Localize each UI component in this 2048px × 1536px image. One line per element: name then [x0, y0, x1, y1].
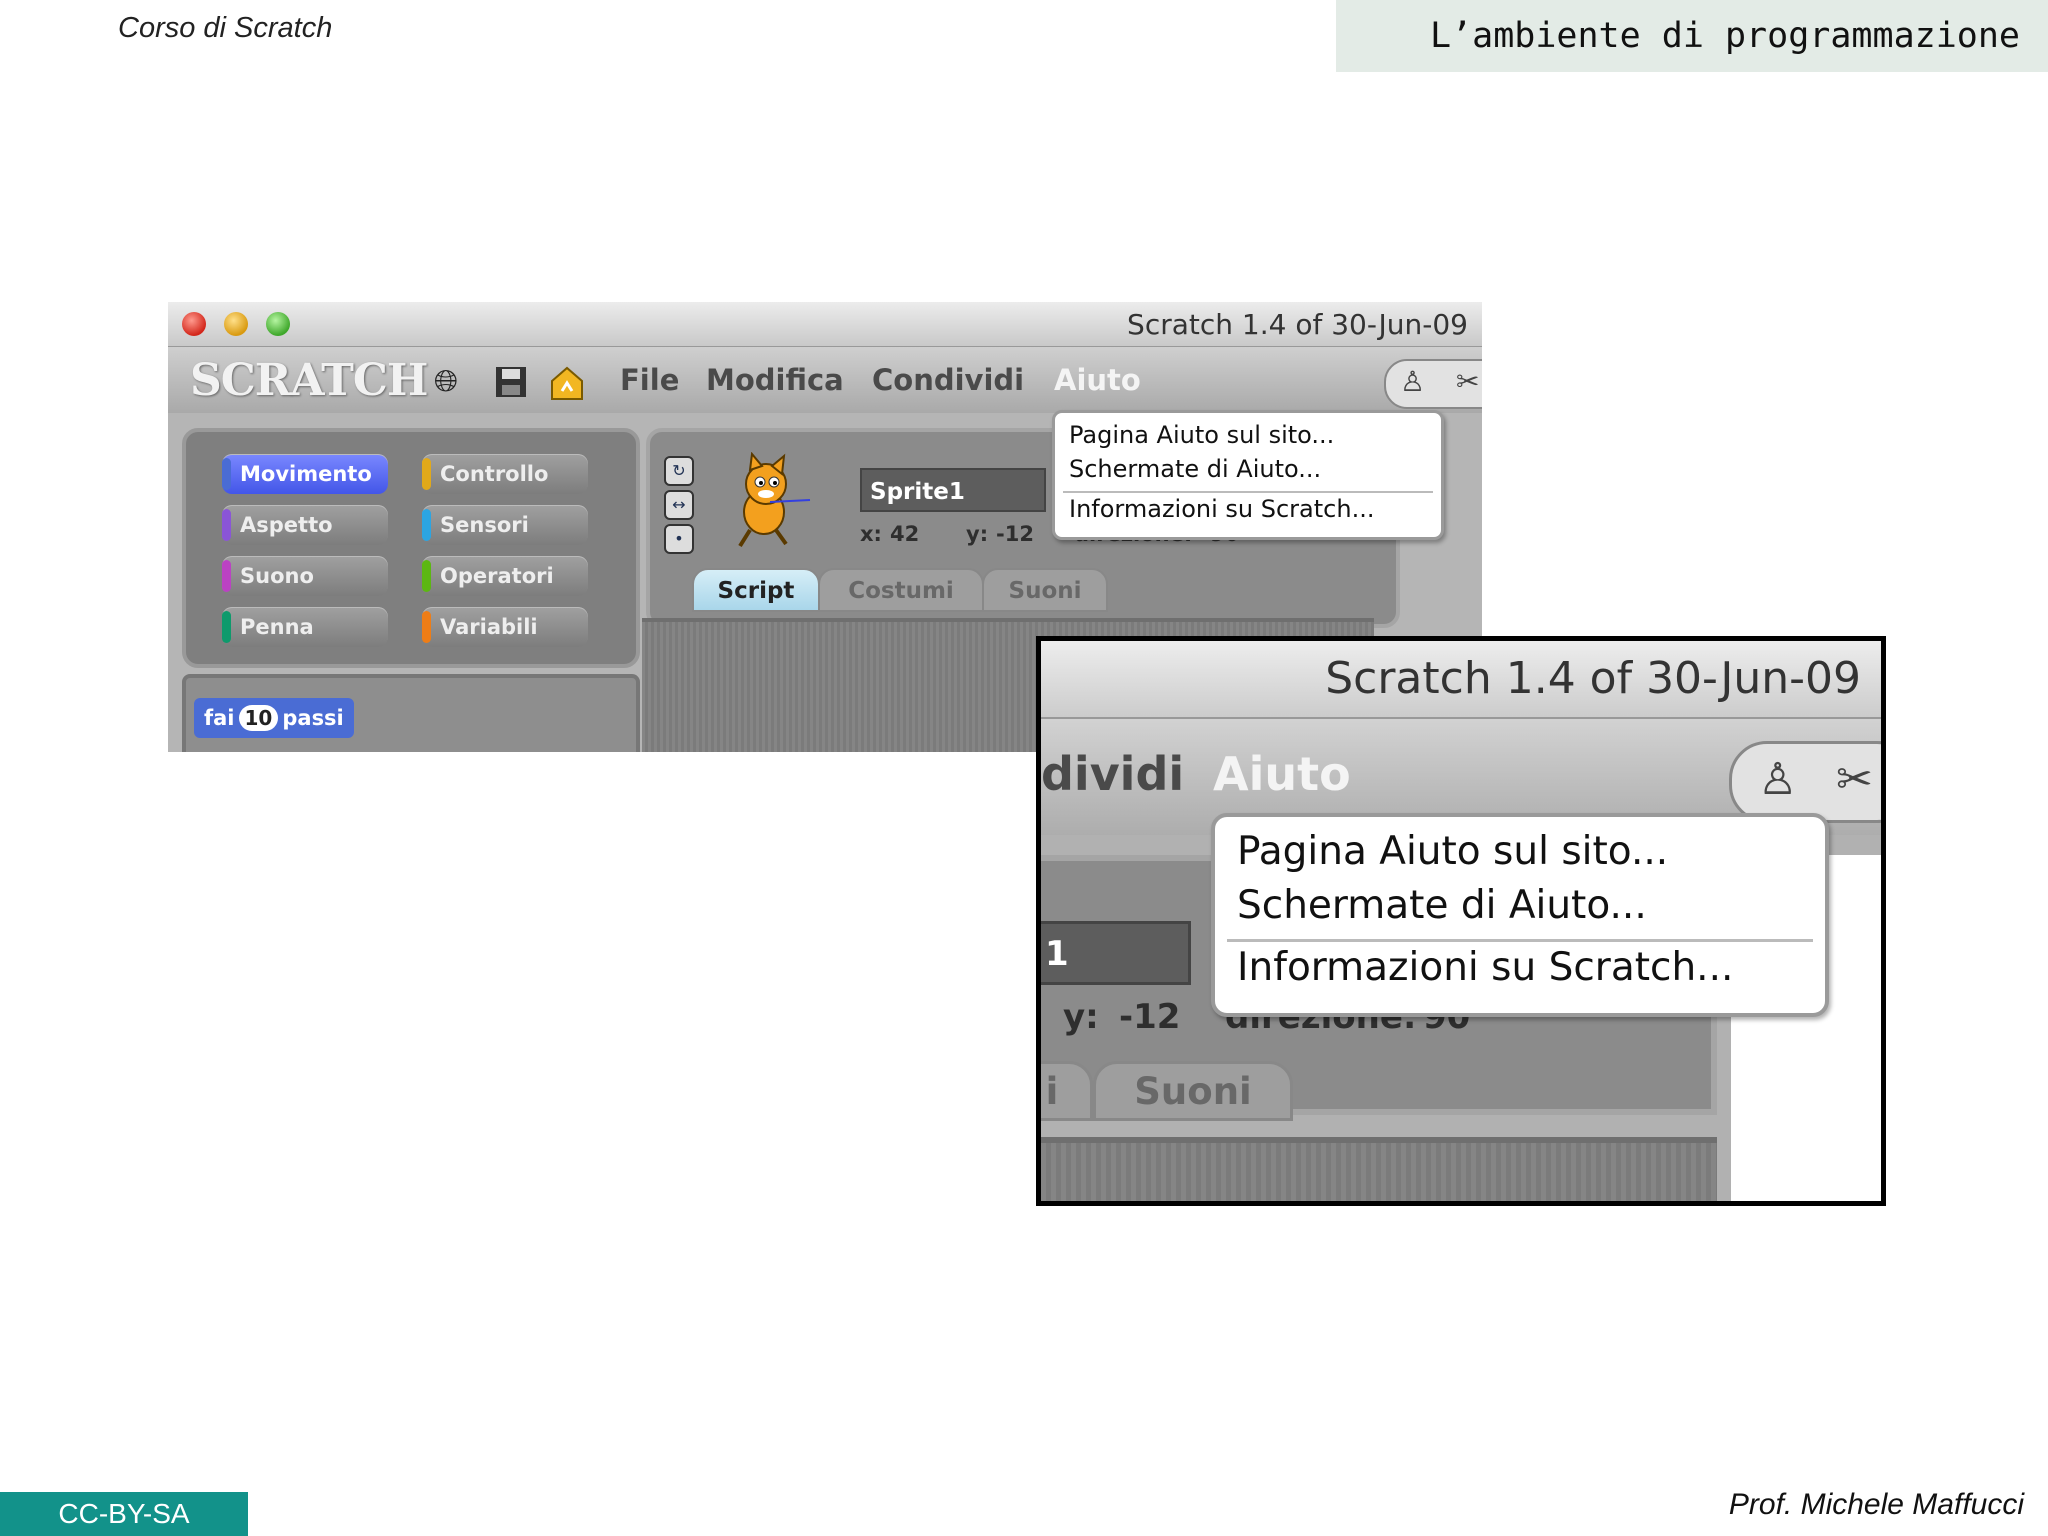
zoom-y-label: y:: [1063, 997, 1099, 1037]
license-badge: CC-BY-SA: [0, 1492, 248, 1536]
rotate-none-icon[interactable]: •: [664, 524, 694, 554]
category-palette: Movimento Aspetto Suono Penna Controllo …: [182, 428, 640, 668]
zoom-inset: Scratch 1.4 of 30-Jun-09 dividi Aiuto ♙ …: [1036, 636, 1886, 1206]
rotate-leftright-icon[interactable]: ↔: [664, 490, 694, 520]
zoom-scissors-icon[interactable]: ✂: [1836, 754, 1873, 805]
sprite-name-field[interactable]: Sprite1: [860, 468, 1046, 512]
x-label: x:: [860, 522, 882, 546]
tab-script[interactable]: Script: [692, 568, 820, 612]
scratch-logo: SCRATCH: [190, 355, 428, 406]
save-icon[interactable]: [494, 365, 528, 407]
zoom-window-title: Scratch 1.4 of 30-Jun-09: [1325, 653, 1861, 704]
zoom-icon[interactable]: [266, 312, 290, 336]
x-value: 42: [890, 522, 920, 546]
zoom-help-item-online[interactable]: Pagina Aiuto sul sito...: [1237, 829, 1668, 874]
scissors-icon[interactable]: ✂: [1456, 365, 1479, 398]
minimize-icon[interactable]: [224, 312, 248, 336]
blocks-area: fai 10 passi: [182, 674, 640, 752]
category-operatori[interactable]: Operatori: [422, 556, 588, 596]
close-icon[interactable]: [182, 312, 206, 336]
help-dropdown: Pagina Aiuto sul sito... Schermate di Ai…: [1052, 410, 1444, 540]
menu-edit[interactable]: Modifica: [706, 363, 844, 397]
zoom-user-buttons: ♙ ✂: [1729, 741, 1881, 823]
globe-icon[interactable]: 🌐︎: [434, 365, 458, 399]
share-icon[interactable]: [548, 365, 586, 409]
help-item-online[interactable]: Pagina Aiuto sul sito...: [1069, 421, 1334, 449]
help-separator: [1063, 491, 1433, 493]
window-titlebar: Scratch 1.4 of 30-Jun-09: [168, 302, 1482, 347]
y-label: y:: [966, 522, 989, 546]
tab-costumi[interactable]: Costumi: [818, 568, 984, 612]
slide-title-box: L’ambiente di programmazione: [1336, 0, 2048, 72]
zoom-help-separator: [1227, 939, 1813, 942]
zoom-tab-suoni[interactable]: Suoni: [1093, 1061, 1293, 1121]
category-aspetto[interactable]: Aspetto: [222, 505, 388, 545]
menu-file[interactable]: File: [620, 363, 679, 397]
category-sensori[interactable]: Sensori: [422, 505, 588, 545]
move-block[interactable]: fai 10 passi: [194, 698, 354, 738]
user-buttons: ♙ ✂: [1384, 359, 1482, 409]
help-item-about[interactable]: Informazioni su Scratch...: [1069, 495, 1374, 523]
y-value: -12: [996, 522, 1034, 546]
tab-suoni[interactable]: Suoni: [982, 568, 1108, 612]
cat-sprite-icon[interactable]: [720, 452, 816, 548]
author-name: Prof. Michele Maffucci: [1728, 1488, 2024, 1521]
block-steps-input[interactable]: 10: [238, 705, 279, 731]
stamp-icon[interactable]: ♙: [1400, 365, 1425, 398]
category-variabili[interactable]: Variabili: [422, 607, 588, 647]
menu-bar: SCRATCH 🌐︎ File Modifica Condividi Aiuto…: [168, 347, 1482, 413]
category-controllo[interactable]: Controllo: [422, 454, 588, 494]
category-penna[interactable]: Penna: [222, 607, 388, 647]
block-prefix: fai: [204, 706, 235, 730]
zoom-help-item-about[interactable]: Informazioni su Scratch...: [1237, 945, 1733, 990]
zoom-scripts-area: [1041, 1137, 1717, 1201]
category-suono[interactable]: Suono: [222, 556, 388, 596]
zoom-help-item-screens[interactable]: Schermate di Aiuto...: [1237, 883, 1647, 928]
zoom-stamp-icon[interactable]: ♙: [1758, 754, 1797, 805]
zoom-tab-costumi[interactable]: i: [1041, 1061, 1093, 1121]
help-item-screens[interactable]: Schermate di Aiuto...: [1069, 455, 1321, 483]
zoom-sprite-name[interactable]: 1: [1041, 921, 1191, 985]
block-suffix: passi: [282, 706, 344, 730]
menu-share[interactable]: Condividi: [872, 363, 1024, 397]
category-movimento[interactable]: Movimento: [222, 454, 388, 494]
zoom-help-dropdown: Pagina Aiuto sul sito... Schermate di Ai…: [1211, 813, 1829, 1017]
window-title: Scratch 1.4 of 30-Jun-09: [1127, 308, 1468, 341]
slide-title: L’ambiente di programmazione: [1429, 16, 2020, 56]
zoom-y-value: -12: [1119, 997, 1181, 1037]
rotate-all-icon[interactable]: ↻: [664, 456, 694, 486]
zoom-titlebar: Scratch 1.4 of 30-Jun-09: [1041, 641, 1881, 719]
menu-help[interactable]: Aiuto: [1054, 363, 1141, 397]
course-title: Corso di Scratch: [118, 12, 333, 44]
zoom-menu-help[interactable]: Aiuto: [1213, 747, 1351, 801]
zoom-menu-share[interactable]: dividi: [1041, 747, 1184, 801]
